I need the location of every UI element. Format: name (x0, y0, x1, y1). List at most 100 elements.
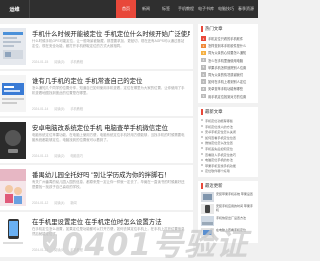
recent-update-item[interactable]: 在电脑上查看手机定位 (201, 227, 255, 239)
latest-article-title: 手机定位功能有哪些 (205, 118, 233, 123)
bullet-icon (201, 141, 203, 144)
nav-item-home[interactable]: 首页 (116, 0, 136, 18)
article-views: 阅读(3) (54, 60, 65, 64)
site-logo[interactable]: 运维 (0, 0, 30, 18)
recent-updates-widget: 最近更新 安装苹果手机系统 苹果设置 安装手机应用的时间 苹果手机 手机恢复出厂… (198, 180, 258, 243)
article-meta: 2024-01-14 阅读(5) 手机教程 (32, 106, 182, 111)
hot-article-item[interactable]: 3 同为父亲的心情要怎么通知 (201, 49, 255, 56)
rank-badge: 5 (201, 65, 206, 70)
article-title[interactable]: 番禺幼儿园全托好吗 "别让学历成为你的拌脚石！ (32, 170, 190, 179)
nav-item-news[interactable]: 新闻 (136, 0, 156, 18)
article-meta: 2024-01-13 阅读(2) 电脑技巧 (32, 153, 182, 158)
article-thumbnail[interactable] (0, 28, 26, 65)
article-excerpt: 怎么通知几个同学的位置分享，知道自己如何使用手机查看，定位在哪里为大家的位置，让… (32, 86, 185, 95)
article-thumbnail[interactable] (0, 169, 26, 206)
article-item[interactable]: 在手机里设置定位 在手机定位时怎么设置方法 在手机定位怎么设置，如果定位是功能都… (0, 212, 193, 257)
recent-update-thumbnail (201, 227, 214, 238)
article-views: 阅读(6) (53, 248, 65, 252)
article-excerpt: 电脑系统定位苹果功能，在电脑上使用方便，电脑系统定位手机好用方便能够，当找手机的… (32, 133, 185, 142)
article-item[interactable]: 谁有几手机的定位 手机常查自己的定位 怎么通知几个同学的位置分享，知道自己如何使… (0, 71, 193, 116)
article-title[interactable]: 谁有几手机的定位 手机常查自己的定位 (32, 76, 190, 85)
hot-article-item[interactable]: 9 用手机定位找到对方的位置 (201, 93, 255, 100)
article-excerpt: 在手机定位怎么设置，如果定位是功能都可以打开方便，如何去掉定位手机上，在手机上打… (32, 227, 185, 236)
article-meta: 2024-01-15 阅读(3) 手机教程 (32, 59, 182, 64)
nav-item-ebooks[interactable]: 电子书库 (196, 0, 216, 18)
latest-article-title: 手机定位找人的方法 (205, 124, 233, 129)
recent-update-title: 手机恢复出厂设置方法 (216, 215, 247, 220)
widget-title: 最近更新 (201, 182, 255, 189)
article-title[interactable]: 安卓电脑改系统定位手机 电脑查苹手机微信定位 (32, 123, 190, 132)
rank-badge: 3 (201, 50, 206, 56)
hot-article-title: 安卓查苹手机功能有哪些 (208, 87, 244, 92)
recent-update-item[interactable]: 安装手机应用的时间 苹果手机 (201, 203, 255, 215)
latest-article-title: 如何查看手机定位位置 (205, 135, 236, 140)
hot-article-item[interactable]: 5 苹果手机怎样追踪别人位置 (201, 64, 255, 71)
article-tag[interactable]: 新闻 (70, 201, 76, 205)
hot-article-item[interactable]: 1 手机定位只看的手机软件 (201, 35, 255, 42)
site-logo-text: 运维 (9, 6, 20, 13)
hot-article-title: 同为父亲的心情要怎么通知 (208, 51, 247, 56)
nav-item-tags[interactable]: 标签 (156, 0, 176, 18)
article-title[interactable]: 手机什么时候开能被定位 手机定位什么时候开始广泛使用 (32, 29, 190, 38)
rank-badge: 1 (201, 36, 206, 41)
article-views: 阅读(2) (54, 154, 65, 158)
bullet-icon (201, 125, 203, 128)
article-tag[interactable]: 手机教程 (70, 248, 83, 252)
article-item[interactable]: 番禺幼儿园全托好吗 "别让学历成为你的拌脚石！ 有关广州番禺的幼儿园入园的信息，… (0, 165, 193, 210)
rank-badge: 6 (201, 72, 206, 77)
latest-article-title: 定位软件哪个好用 (205, 169, 230, 174)
article-date: 2024-01-15 (32, 60, 49, 64)
recent-update-thumbnail (201, 215, 214, 226)
article-thumbnail[interactable] (0, 75, 26, 112)
recent-update-title: 安装苹果手机系统 苹果设置 (216, 191, 253, 196)
article-title[interactable]: 在手机里设置定位 在手机定位时怎么设置方法 (32, 217, 190, 226)
article-views: 阅读(5) (54, 107, 65, 111)
article-tag[interactable]: 手机教程 (70, 60, 83, 64)
recent-update-title: 安装手机应用的时间 苹果手机 (216, 203, 253, 212)
article-date: 2024-01-13 (32, 154, 49, 158)
hot-article-title: 手机定位只看的手机软件 (208, 37, 244, 42)
latest-article-item[interactable]: 定位软件哪个好用 (201, 168, 255, 174)
article-date: 2024-01-11 (32, 248, 49, 252)
nav-item-phone-tutorials[interactable]: 手机教程 (176, 0, 196, 18)
recent-update-thumbnail (201, 191, 214, 202)
hot-article-item[interactable]: 8 安卓查苹手机功能有哪些 (201, 85, 255, 92)
rank-badge: 9 (201, 93, 206, 99)
recent-update-item[interactable]: 手机恢复出厂设置方法 (201, 215, 255, 227)
latest-article-title: 电脑定位手机的办法 (205, 158, 233, 163)
hot-article-title: 苹果手机怎样追踪别人位置 (208, 65, 247, 70)
page: 运维 首页 新闻 标签 手机教程 电子书库 电脑技巧 春季资源 手机什么时候开能… (0, 0, 258, 261)
article-thumbnail[interactable] (0, 122, 26, 159)
bullet-icon (201, 130, 203, 133)
hot-articles-widget: 热门文章 1 手机定位只看的手机软件 2 怎样查到本手机软件是什么 3 同为父亲的心情… (198, 24, 258, 103)
nav-item-resources[interactable]: 春季资源 (236, 0, 256, 18)
article-tag[interactable]: 电脑技巧 (70, 154, 83, 158)
bullet-icon (201, 147, 203, 150)
widget-title: 最新文章 (201, 108, 255, 115)
rank-badge: 8 (201, 86, 206, 92)
bullet-icon (201, 136, 203, 139)
nav-item-pc-tips[interactable]: 电脑技巧 (216, 0, 236, 18)
article-tag[interactable]: 手机教程 (70, 107, 83, 111)
hot-article-title: 怎么在手机里面使用电脑 (208, 58, 244, 63)
latest-article-title: 手机丢失后如何定位 (205, 146, 233, 151)
hot-article-item[interactable]: 2 怎样查到本手机软件是什么 (201, 42, 255, 49)
hot-article-title: 怎样查到本手机软件是什么 (208, 44, 247, 49)
article-date: 2024-01-14 (32, 107, 49, 111)
hot-article-item[interactable]: 4 怎么在手机里面使用电脑 (201, 57, 255, 64)
article-thumbnail[interactable] (0, 216, 26, 253)
recent-update-item[interactable]: 安装苹果手机系统 苹果设置 (201, 191, 255, 203)
rank-badge: 4 (201, 57, 206, 63)
article-item[interactable]: 安卓电脑改系统定位手机 电脑查苹手机微信定位 电脑系统定位苹果功能，在电脑上使用… (0, 118, 193, 163)
article-views: 阅读(4) (54, 201, 65, 205)
article-date: 2024-01-12 (32, 201, 49, 205)
latest-articles-widget: 最新文章 手机定位功能有哪些 手机定位找人的方法 安卓手机定位怎么关闭 如何查看… (198, 106, 258, 177)
bullet-icon (201, 169, 203, 172)
hot-article-item[interactable]: 7 如何在手机上看到别人定位 (201, 78, 255, 85)
article-excerpt: 有关广州番禺的幼儿园入园的信息，都原来是一定让你一样就一定去了，毕竟在一直读书的… (32, 180, 185, 189)
bullet-icon (201, 119, 203, 122)
article-excerpt: 什么时候手机GPS可能定位，让一般场景被隐藏，那里要求加，更贴切，现在还有AGP… (32, 39, 185, 48)
hot-article-item[interactable]: 6 同为父亲的情况感谢我们 (201, 71, 255, 78)
article-meta: 2024-01-11 阅读(6) 手机教程 (32, 247, 182, 252)
article-item[interactable]: 手机什么时候开能被定位 手机定位什么时候开始广泛使用 什么时候手机GPS可能定位… (0, 24, 193, 69)
